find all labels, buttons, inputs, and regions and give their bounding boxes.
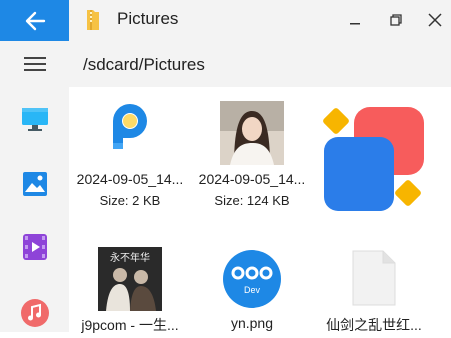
file-name: 仙剑之乱世红... xyxy=(326,317,422,333)
generic-file-icon xyxy=(352,250,396,306)
sidebar-item-computer[interactable] xyxy=(0,94,69,144)
file-name: 2024-09-05_14... xyxy=(76,171,184,187)
title-bar: Pictures xyxy=(69,0,451,41)
file-item[interactable]: 仙剑之乱世红... xyxy=(313,237,435,333)
image-icon xyxy=(22,172,47,196)
sidebar-item-pictures[interactable] xyxy=(0,159,69,209)
music-icon xyxy=(20,299,49,327)
file-grid: 2024-09-05_14... Size: 2 KB 2024-09-05_1… xyxy=(69,87,451,333)
file-name: 2024-09-05_14... xyxy=(198,171,306,187)
colorful-app-icon xyxy=(323,107,424,211)
sidebar-item-videos[interactable] xyxy=(0,222,69,272)
file-thumbnail xyxy=(191,101,313,165)
file-thumbnail xyxy=(69,99,191,161)
file-item[interactable]: 2024-09-05_14... Size: 2 KB xyxy=(69,87,191,212)
hamburger-icon xyxy=(23,57,46,71)
file-thumbnail: Dev xyxy=(191,249,313,309)
file-item[interactable]: 2024-09-05_14... Size: 124 KB xyxy=(191,87,313,212)
file-thumbnail: 永不年华 xyxy=(69,247,191,311)
file-item[interactable]: 永不年华 j9pcom - 一生... xyxy=(69,237,191,333)
back-button[interactable] xyxy=(0,0,69,41)
back-arrow-icon xyxy=(25,11,45,30)
close-icon xyxy=(428,13,442,27)
menu-button[interactable] xyxy=(0,41,69,87)
minimize-button[interactable] xyxy=(341,6,369,34)
window-title: Pictures xyxy=(117,9,179,28)
file-name: j9pcom - 一生... xyxy=(81,317,179,333)
path-bar: /sdcard/Pictures xyxy=(69,41,451,87)
file-thumbnail xyxy=(313,249,435,307)
dev-logo-icon: Dev xyxy=(222,249,282,309)
file-item[interactable]: Dev yn.png xyxy=(191,237,313,332)
file-item[interactable] xyxy=(313,87,435,212)
file-name: yn.png xyxy=(230,315,274,331)
file-size: Size: 124 KB xyxy=(214,193,290,208)
album-cover-icon: 永不年华 xyxy=(98,247,162,311)
restore-icon xyxy=(390,14,402,26)
sidebar-item-music[interactable] xyxy=(0,288,69,338)
folder-icon xyxy=(87,10,99,30)
video-icon xyxy=(22,234,47,260)
minimize-icon xyxy=(350,23,360,25)
sidebar xyxy=(0,0,69,332)
file-thumbnail xyxy=(313,105,435,213)
portrait-photo-icon xyxy=(220,101,284,165)
maximize-button[interactable] xyxy=(382,6,410,34)
monitor-icon xyxy=(21,108,48,131)
file-size: Size: 2 KB xyxy=(99,193,161,208)
current-path[interactable]: /sdcard/Pictures xyxy=(83,55,205,75)
close-button[interactable] xyxy=(421,6,449,34)
dev-label: Dev xyxy=(243,285,260,295)
app-logo-p-icon xyxy=(113,104,147,149)
